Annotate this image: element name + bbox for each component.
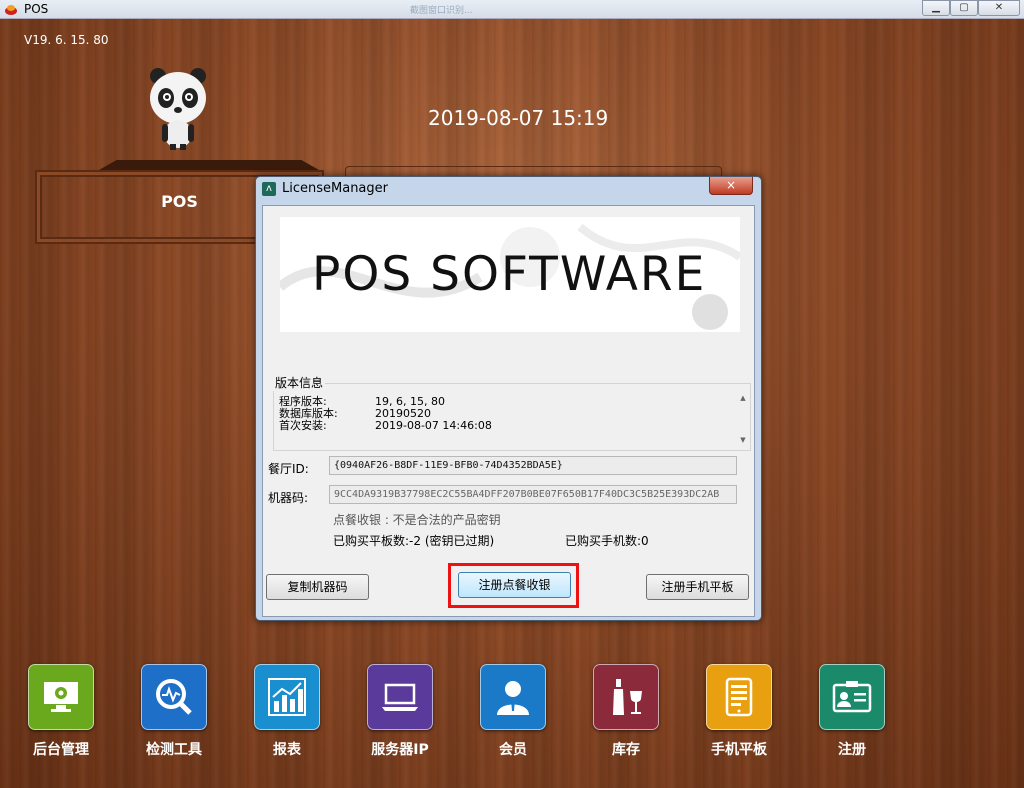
restaurant-id-label: 餐厅ID: [268, 462, 309, 476]
tablet-count-text: 已购买平板数:-2 (密钥已过期) [333, 534, 495, 548]
app-logo-icon [5, 5, 17, 15]
monitor-gear-icon[interactable] [28, 664, 94, 730]
dock-label: 后台管理 [33, 742, 89, 758]
window-title: POS [24, 2, 49, 16]
window-close-button[interactable]: ✕ [978, 0, 1020, 16]
version-info-title: 版本信息 [273, 374, 326, 391]
red-highlight-box [448, 563, 579, 608]
dock-item-admin[interactable]: 后台管理 [28, 664, 94, 758]
minimize-button[interactable]: ▁ [922, 0, 950, 16]
maximize-button[interactable]: ▢ [950, 0, 978, 16]
id-card-icon[interactable] [819, 664, 885, 730]
window-faint-text: 截图窗口识别... [410, 6, 473, 16]
dock-label: 注册 [838, 742, 866, 758]
dock-label: 报表 [273, 742, 301, 758]
machine-code-field[interactable]: 9CC4DA9319B37798EC2C55BA4DFF207B0BE07F65… [329, 485, 737, 504]
software-banner: POS SOFTWARE [280, 217, 740, 332]
magnifier-pulse-icon[interactable] [141, 664, 207, 730]
dialog-title-bar: ᴧ LicenseManager × [256, 177, 761, 201]
scroll-down-icon[interactable]: ▼ [737, 436, 749, 446]
machine-code-label: 机器码: [268, 491, 309, 505]
dock-item-server-ip[interactable]: 服务器IP [367, 664, 433, 758]
restaurant-id-field[interactable]: {0940AF26-B8DF-11E9-BFB0-74D4352BDA5E} [329, 456, 737, 475]
dock-label: 检测工具 [146, 742, 202, 758]
datetime-label: 2019-08-07 15:19 [428, 106, 609, 130]
dialog-close-button[interactable]: × [709, 177, 753, 195]
wine-icon[interactable] [593, 664, 659, 730]
dock-label: 服务器IP [371, 742, 429, 758]
dock-label: 手机平板 [711, 742, 767, 758]
list-item: 首次安装: 2019-08-07 14:46:08 [279, 419, 492, 432]
bar-chart-icon[interactable] [254, 664, 320, 730]
dock-item-register[interactable]: 注册 [819, 664, 885, 758]
version-info-list: 程序版本: 19, 6, 15, 80 数据库版本: 20190520 首次安装… [279, 396, 492, 432]
copy-machine-code-button[interactable]: 复制机器码 [266, 574, 369, 600]
banner-title: POS SOFTWARE [312, 247, 707, 302]
version-label: V19. 6. 15. 80 [24, 33, 109, 47]
register-mobile-button[interactable]: 注册手机平板 [646, 574, 749, 600]
version-info-scrollbar[interactable]: ▲ ▼ [737, 394, 749, 446]
dialog-body: POS SOFTWARE 版本信息 程序版本: 19, 6, 15, 80 数据… [262, 205, 755, 617]
dock-item-inventory[interactable]: 库存 [593, 664, 659, 758]
phone-count-text: 已购买手机数:0 [565, 534, 649, 548]
dock-label: 库存 [612, 742, 640, 758]
user-icon[interactable] [480, 664, 546, 730]
license-manager-dialog: ᴧ LicenseManager × POS SOFTWARE 版本信息 程序版… [255, 176, 762, 621]
dock-item-reports[interactable]: 报表 [254, 664, 320, 758]
dock-item-members[interactable]: 会员 [480, 664, 546, 758]
bottom-dock: 后台管理 检测工具 报表 服务器IP 会员 库存 手机平板 注册 [0, 664, 1024, 764]
dialog-title: LicenseManager [282, 181, 388, 196]
tablet-icon[interactable] [706, 664, 772, 730]
panda-mascot-icon [150, 68, 206, 150]
laptop-icon[interactable] [367, 664, 433, 730]
dock-item-diagnostics[interactable]: 检测工具 [141, 664, 207, 758]
title-bar: POS 截图窗口识别... ▁ ▢ ✕ [0, 0, 1024, 19]
license-app-icon: ᴧ [262, 182, 276, 196]
pos-window: POS 截图窗口识别... ▁ ▢ ✕ V19. 6. 15. 80 2019-… [0, 0, 1024, 788]
dock-label: 会员 [499, 742, 527, 758]
pos-panel-tab [99, 160, 319, 170]
license-status-text: 点餐收银 : 不是合法的产品密钥 [333, 513, 501, 527]
dock-item-mobile-tablet[interactable]: 手机平板 [706, 664, 772, 758]
scroll-up-icon[interactable]: ▲ [737, 394, 749, 404]
